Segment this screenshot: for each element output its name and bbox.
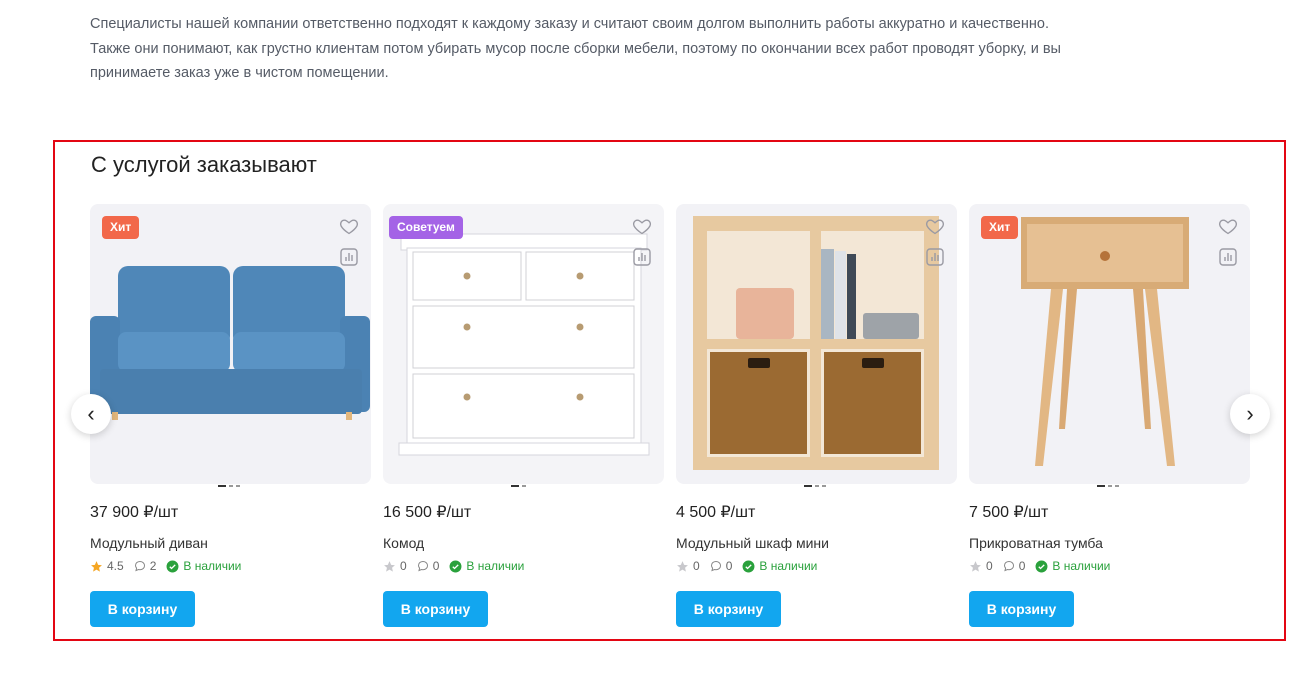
product-price: 4 500 ₽/шт xyxy=(676,504,756,521)
stock-label: В наличии xyxy=(1052,559,1111,573)
comment-icon xyxy=(710,560,721,572)
rating: 4.5 xyxy=(90,559,124,573)
carousel-next-button[interactable]: › xyxy=(1230,394,1270,434)
carousel-prev-button[interactable]: ‹ xyxy=(71,394,111,434)
stock-label: В наличии xyxy=(183,559,242,573)
description-line: принимаете заказ уже в чистом помещении. xyxy=(90,65,389,81)
sofa-image xyxy=(90,266,370,420)
comment-icon xyxy=(134,560,145,572)
image-pagination[interactable] xyxy=(511,485,526,487)
image-pagination[interactable] xyxy=(804,485,826,487)
check-circle-icon xyxy=(742,560,755,572)
reviews: 0 xyxy=(710,559,733,573)
dresser-image xyxy=(398,233,650,456)
product-price: 16 500 ₽/шт xyxy=(383,504,472,521)
product-price: 37 900 ₽/шт xyxy=(90,504,179,521)
product-image[interactable] xyxy=(676,204,957,484)
rating-value: 4.5 xyxy=(107,559,124,573)
stock-status: В наличии xyxy=(166,559,241,573)
rating: 0 xyxy=(383,559,407,573)
rating-value: 0 xyxy=(693,559,700,573)
heart-icon[interactable] xyxy=(339,216,359,236)
nightstand-image xyxy=(1021,217,1189,466)
image-pagination[interactable] xyxy=(1097,485,1119,487)
reviews-count: 0 xyxy=(1018,559,1026,573)
reviews: 0 xyxy=(1003,559,1026,573)
service-description: Специалисты нашей компании ответственно … xyxy=(90,12,1240,86)
product-card[interactable]: Советуем 16 500 ₽/шт Комод 0 0 В наличии… xyxy=(383,204,664,634)
product-meta: 4.5 2 В наличии xyxy=(90,559,241,573)
comment-icon xyxy=(1003,560,1014,572)
add-to-cart-button[interactable]: В корзину xyxy=(383,591,488,627)
check-circle-icon xyxy=(1035,560,1048,572)
stock-status: В наличии xyxy=(1035,559,1110,573)
stock-label: В наличии xyxy=(759,559,818,573)
stock-status: В наличии xyxy=(742,559,817,573)
chevron-right-icon: › xyxy=(1246,401,1254,426)
product-meta: 0 0 В наличии xyxy=(383,559,524,573)
product-meta: 0 0 В наличии xyxy=(969,559,1110,573)
image-pagination[interactable] xyxy=(218,485,240,487)
related-products-section: С услугой заказывают ‹ › Хит 37 900 ₽/шт… xyxy=(53,140,1286,641)
star-icon xyxy=(91,560,102,572)
product-image[interactable]: Хит xyxy=(969,204,1250,484)
star-icon xyxy=(384,560,395,572)
comment-icon xyxy=(417,560,428,572)
description-line: Специалисты нашей компании ответственно … xyxy=(90,16,1049,32)
description-line: Также они понимают, как грустно клиентам… xyxy=(90,40,1061,57)
heart-icon[interactable] xyxy=(925,216,945,236)
star-icon xyxy=(970,560,981,572)
product-price: 7 500 ₽/шт xyxy=(969,504,1049,521)
product-name[interactable]: Прикроватная тумба xyxy=(969,535,1103,551)
product-name[interactable]: Модульный диван xyxy=(90,535,208,551)
heart-icon[interactable] xyxy=(632,216,652,236)
product-card[interactable]: Хит 7 500 ₽/шт Прикроватная тумба 0 0 В … xyxy=(969,204,1250,634)
check-circle-icon xyxy=(449,560,462,572)
compare-icon[interactable] xyxy=(340,248,358,266)
product-card[interactable]: Хит 37 900 ₽/шт Модульный диван 4.5 2 В … xyxy=(90,204,371,634)
product-meta: 0 0 В наличии xyxy=(676,559,817,573)
product-image[interactable]: Хит xyxy=(90,204,371,484)
rating-value: 0 xyxy=(986,559,993,573)
product-name[interactable]: Комод xyxy=(383,535,424,551)
shelf-image xyxy=(693,216,939,470)
rating: 0 xyxy=(969,559,993,573)
stock-status: В наличии xyxy=(449,559,524,573)
add-to-cart-button[interactable]: В корзину xyxy=(90,591,195,627)
compare-icon[interactable] xyxy=(1219,248,1237,266)
section-title: С услугой заказывают xyxy=(91,152,317,177)
heart-icon[interactable] xyxy=(1218,216,1238,236)
product-image[interactable]: Советуем xyxy=(383,204,664,484)
reviews: 2 xyxy=(134,559,157,573)
add-to-cart-button[interactable]: В корзину xyxy=(676,591,781,627)
reviews-count: 0 xyxy=(432,559,440,573)
add-to-cart-button[interactable]: В корзину xyxy=(969,591,1074,627)
product-name[interactable]: Модульный шкаф мини xyxy=(676,535,829,551)
badge-recommended: Советуем xyxy=(389,216,463,239)
badge-hit: Хит xyxy=(102,216,140,239)
chevron-left-icon: ‹ xyxy=(87,401,95,426)
reviews-count: 0 xyxy=(725,559,733,573)
check-circle-icon xyxy=(166,560,179,572)
star-icon xyxy=(677,560,688,572)
reviews-count: 2 xyxy=(149,559,157,573)
compare-icon[interactable] xyxy=(926,248,944,266)
product-card[interactable]: 4 500 ₽/шт Модульный шкаф мини 0 0 В нал… xyxy=(676,204,957,634)
compare-icon[interactable] xyxy=(633,248,651,266)
badge-hit: Хит xyxy=(981,216,1019,239)
reviews: 0 xyxy=(417,559,440,573)
rating: 0 xyxy=(676,559,700,573)
stock-label: В наличии xyxy=(466,559,525,573)
rating-value: 0 xyxy=(400,559,407,573)
